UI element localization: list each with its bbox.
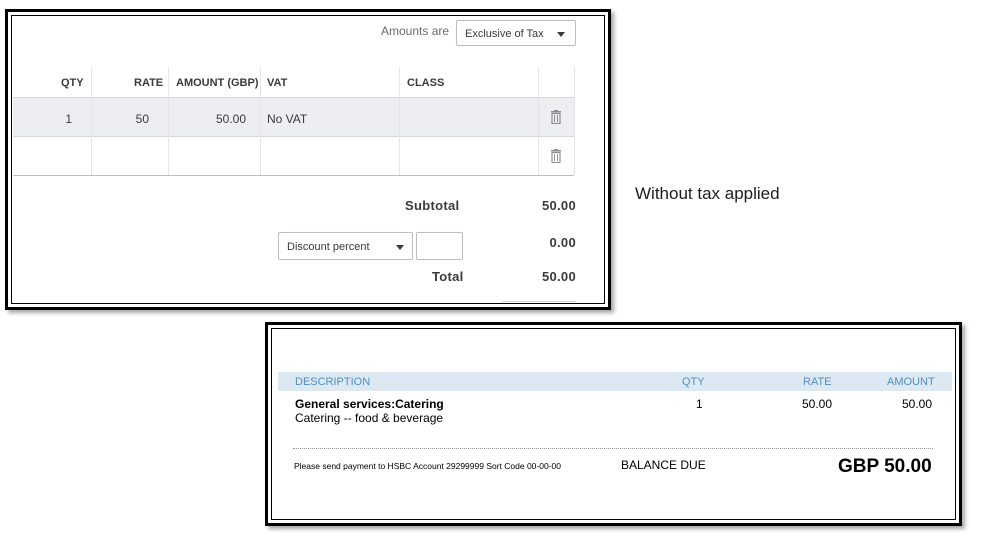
item-name: General services:Catering <box>295 397 444 411</box>
divider <box>538 67 539 175</box>
invoice-preview-screenshot: DESCRIPTION QTY RATE AMOUNT General serv… <box>265 322 962 526</box>
trash-icon[interactable] <box>551 110 561 124</box>
amounts-are-label: Amounts are <box>381 24 450 38</box>
column-header-rate: RATE <box>803 376 832 388</box>
balance-due-value: GBP 50.00 <box>838 456 932 477</box>
divider <box>260 67 261 175</box>
amounts-are-value: Exclusive of Tax <box>465 28 544 40</box>
discount-type-select[interactable]: Discount percent <box>278 232 413 260</box>
invoice-editor: Amounts are Exclusive of Tax QTY RATE AM… <box>13 17 603 302</box>
total-label: Total <box>432 269 464 284</box>
row1-rate[interactable]: 50 <box>136 112 149 126</box>
divider <box>399 67 400 175</box>
caret-down-icon <box>396 245 404 250</box>
divider <box>13 175 574 176</box>
invoice-editor-screenshot: Amounts are Exclusive of Tax QTY RATE AM… <box>5 9 611 310</box>
total-value: 50.00 <box>541 269 576 284</box>
column-header-amount: AMOUNT (GBP) <box>176 77 259 89</box>
invoice-preview: DESCRIPTION QTY RATE AMOUNT General serv… <box>273 330 954 518</box>
payment-instructions: Please send payment to HSBC Account 2929… <box>294 461 561 471</box>
column-header-qty: QTY <box>682 376 705 388</box>
partial-field <box>502 301 576 302</box>
discount-input[interactable] <box>416 232 463 260</box>
column-header-rate: RATE <box>134 77 164 89</box>
column-header-description: DESCRIPTION <box>295 376 371 388</box>
divider <box>91 67 92 175</box>
caret-down-icon <box>557 32 565 37</box>
column-header-vat: VAT <box>267 77 288 89</box>
item-description: Catering -- food & beverage <box>295 411 444 425</box>
discount-value: 0.00 <box>549 235 576 250</box>
subtotal-label: Subtotal <box>405 198 460 213</box>
column-header-qty: QTY <box>61 77 84 89</box>
item-amount: 50.00 <box>902 397 933 411</box>
divider <box>293 448 933 449</box>
divider <box>574 67 575 175</box>
divider <box>13 136 574 137</box>
item-qty: 1 <box>696 397 703 411</box>
caption-note: Without tax applied <box>635 184 780 203</box>
table-header-band <box>278 372 952 391</box>
balance-due-label: BALANCE DUE <box>621 458 706 472</box>
trash-icon[interactable] <box>551 149 561 163</box>
row1-qty[interactable]: 1 <box>65 112 72 126</box>
discount-type-value: Discount percent <box>287 241 370 253</box>
subtotal-value: 50.00 <box>541 198 576 213</box>
divider <box>13 97 574 98</box>
amounts-are-select[interactable]: Exclusive of Tax <box>456 20 576 46</box>
column-header-amount: AMOUNT <box>887 376 935 388</box>
item-rate: 50.00 <box>802 397 833 411</box>
row1-amount[interactable]: 50.00 <box>216 112 246 126</box>
row1-vat[interactable]: No VAT <box>267 112 307 126</box>
column-header-class: CLASS <box>407 77 445 89</box>
divider <box>168 67 169 175</box>
